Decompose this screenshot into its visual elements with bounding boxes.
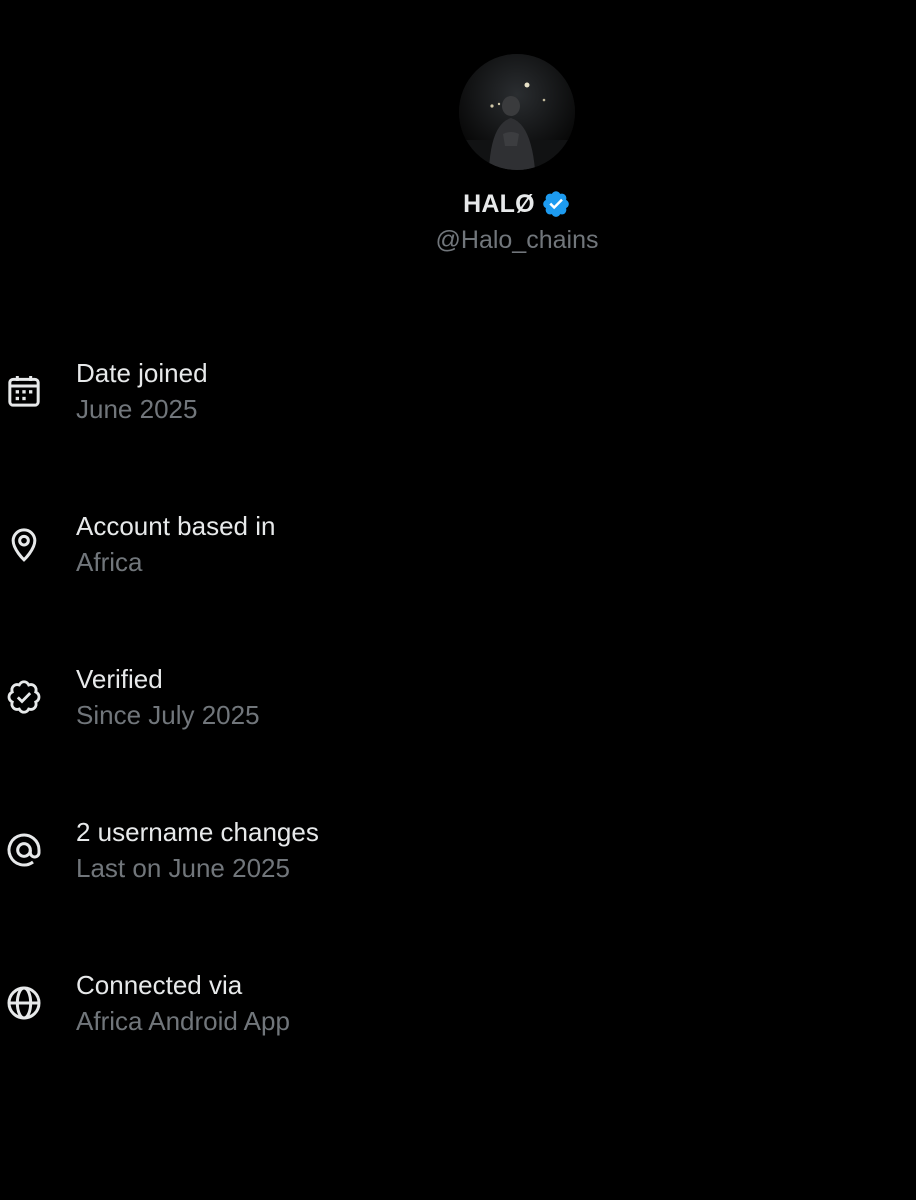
profile-header: HALØ @Halo_chains xyxy=(0,0,916,255)
at-sign-icon xyxy=(4,830,44,870)
calendar-icon xyxy=(4,371,44,411)
location-pin-icon xyxy=(4,524,44,564)
avatar-image xyxy=(459,54,575,170)
info-value: Last on June 2025 xyxy=(76,853,290,883)
display-name[interactable]: HALØ xyxy=(463,190,535,219)
info-title: Account based in xyxy=(76,511,276,541)
info-title: Date joined xyxy=(76,358,208,388)
verified-check-icon xyxy=(4,677,44,717)
avatar[interactable] xyxy=(459,54,575,170)
info-value: Africa xyxy=(76,547,143,577)
info-row-username-changes: 2 username changes Last on June 2025 xyxy=(0,814,600,967)
globe-icon xyxy=(4,983,44,1023)
info-row-date-joined: Date joined June 2025 xyxy=(0,355,600,508)
name-row: HALØ xyxy=(463,188,571,220)
info-row-connected-via: Connected via Africa Android App xyxy=(0,967,600,1120)
about-account-list: Date joined June 2025 Account based in A… xyxy=(0,355,600,1120)
info-value: June 2025 xyxy=(76,394,198,424)
info-title: Verified xyxy=(76,664,163,694)
handle[interactable]: @Halo_chains xyxy=(436,226,599,255)
info-title: 2 username changes xyxy=(76,817,319,847)
info-value: Since July 2025 xyxy=(76,700,260,730)
info-title: Connected via xyxy=(76,970,243,1000)
verified-badge-icon[interactable] xyxy=(541,189,571,219)
info-value: Africa Android App xyxy=(76,1006,290,1036)
info-row-account-based-in: Account based in Africa xyxy=(0,508,600,661)
info-row-verified: Verified Since July 2025 xyxy=(0,661,600,814)
